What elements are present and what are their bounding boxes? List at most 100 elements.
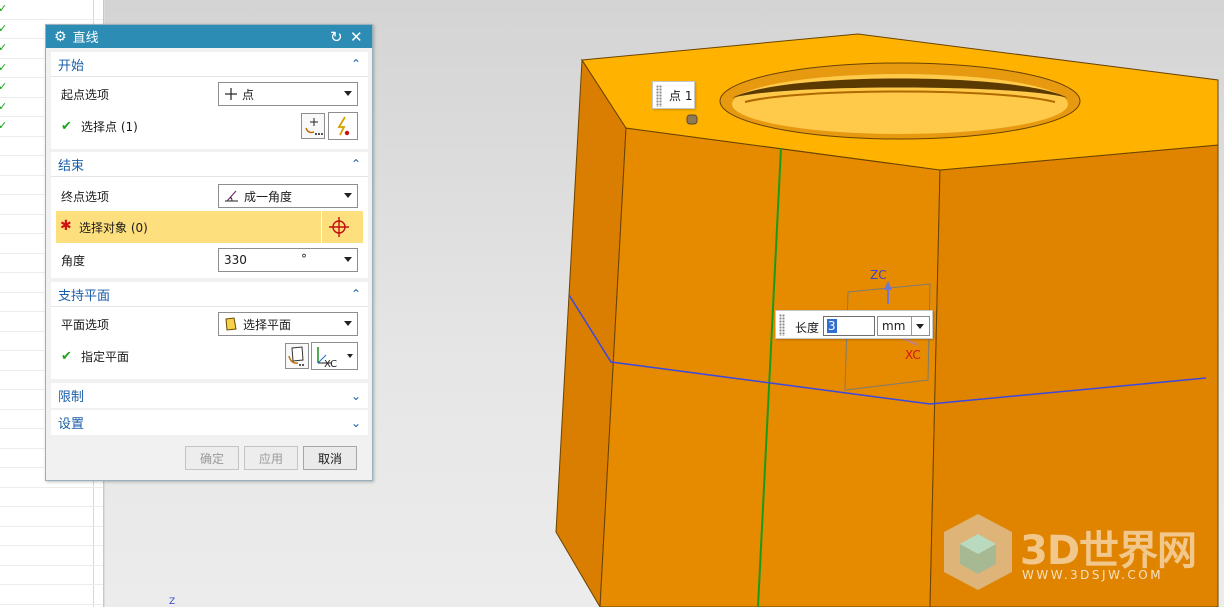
plane-dialog-icon bbox=[288, 346, 304, 366]
watermark-logo-icon bbox=[944, 514, 1012, 590]
start-option-row: 起点选项 点 bbox=[51, 79, 368, 109]
end-section-title: 结束 bbox=[58, 158, 85, 174]
drag-grip-icon[interactable] bbox=[779, 314, 785, 336]
start-section: 开始 ⌃ 起点选项 点 ✔ 选择点 (1) bbox=[51, 52, 368, 149]
reset-icon[interactable]: ↻ bbox=[330, 28, 343, 46]
check-icon: ✓ bbox=[0, 80, 8, 93]
point-tag-label: 点 1 bbox=[669, 88, 693, 103]
end-option-value: 成一角度 bbox=[244, 189, 293, 204]
point-constructor-icon bbox=[305, 118, 323, 135]
support-plane-title: 支持平面 bbox=[58, 288, 111, 304]
asterisk-icon: ✱ bbox=[60, 218, 72, 234]
length-unit-value: mm bbox=[882, 319, 906, 333]
navigator-row[interactable] bbox=[0, 546, 103, 566]
end-option-select[interactable]: 成一角度 bbox=[218, 184, 358, 208]
angle-label: 角度 bbox=[61, 253, 86, 268]
plane-option-row: 平面选项 选择平面 bbox=[51, 309, 368, 339]
triad-z-label: Z bbox=[169, 597, 176, 607]
length-onscreen-input[interactable]: 长度 3 mm bbox=[775, 310, 933, 339]
row-divider bbox=[321, 211, 322, 243]
navigator-row[interactable] bbox=[0, 527, 103, 546]
length-unit-select[interactable]: mm bbox=[877, 316, 930, 336]
navigator-row[interactable]: ✓ bbox=[0, 0, 103, 20]
chevron-up-icon[interactable]: ⌃ bbox=[351, 157, 361, 171]
ok-button[interactable]: 确定 bbox=[185, 446, 239, 470]
angle-value[interactable]: 330 bbox=[224, 253, 247, 267]
start-option-select[interactable]: 点 bbox=[218, 82, 358, 106]
angle-row: 角度 330 ° bbox=[51, 245, 368, 275]
check-icon: ✓ bbox=[0, 21, 8, 35]
check-icon: ✔ bbox=[61, 348, 72, 364]
specify-plane-row[interactable]: ✔ 指定平面 XC bbox=[51, 341, 368, 371]
start-section-title: 开始 bbox=[58, 58, 85, 74]
settings-section[interactable]: 设置 ⌄ bbox=[51, 410, 368, 435]
chevron-down-icon[interactable] bbox=[344, 321, 352, 326]
dropdown-separator bbox=[911, 317, 912, 335]
length-value[interactable]: 3 bbox=[827, 319, 837, 333]
support-plane-header[interactable]: 支持平面 ⌃ bbox=[51, 282, 368, 307]
start-section-header[interactable]: 开始 ⌃ bbox=[51, 52, 368, 77]
navigator-row[interactable] bbox=[0, 507, 103, 527]
gear-icon: ⚙ bbox=[54, 28, 67, 45]
point-tag[interactable]: 点 1 bbox=[652, 81, 695, 109]
site-watermark: 3D世界网 WWW.3DSJW.COM bbox=[940, 512, 1202, 596]
settings-title: 设置 bbox=[58, 417, 85, 432]
navigator-row[interactable] bbox=[0, 585, 103, 605]
start-select-row[interactable]: ✔ 选择点 (1) bbox=[51, 111, 368, 141]
check-icon: ✓ bbox=[0, 41, 8, 54]
check-icon: ✔ bbox=[61, 118, 72, 134]
select-object-row[interactable]: ✱ 选择对象 (0) bbox=[56, 211, 363, 243]
limits-title: 限制 bbox=[58, 390, 85, 405]
plane-option-label: 平面选项 bbox=[61, 317, 110, 332]
chevron-down-icon[interactable] bbox=[344, 257, 352, 262]
limits-section[interactable]: 限制 ⌄ bbox=[51, 383, 368, 408]
end-option-row: 终点选项 成一角度 bbox=[51, 181, 368, 211]
angle-icon bbox=[225, 190, 238, 202]
chevron-down-icon[interactable]: ⌄ bbox=[351, 416, 361, 430]
cancel-button[interactable]: 取消 bbox=[303, 446, 357, 470]
close-icon[interactable]: ✕ bbox=[350, 28, 363, 46]
length-value-field[interactable]: 3 bbox=[823, 316, 875, 336]
zc-axis-label: ZC bbox=[870, 268, 887, 282]
length-label: 长度 bbox=[795, 321, 820, 335]
navigator-row[interactable] bbox=[0, 488, 103, 507]
chevron-up-icon[interactable]: ⌃ bbox=[351, 287, 361, 301]
svg-text:XC: XC bbox=[324, 359, 337, 369]
chevron-down-icon[interactable]: ⌄ bbox=[351, 389, 361, 403]
point-marker[interactable] bbox=[686, 114, 698, 125]
check-icon: ✓ bbox=[0, 99, 8, 113]
xc-axis-label: XC bbox=[905, 348, 921, 362]
drag-grip-icon[interactable] bbox=[656, 85, 662, 107]
plane-dialog-button[interactable] bbox=[285, 343, 309, 369]
chevron-up-icon[interactable]: ⌃ bbox=[351, 57, 361, 71]
end-option-label: 终点选项 bbox=[61, 189, 110, 204]
chevron-down-icon[interactable] bbox=[916, 324, 924, 329]
chevron-down-icon[interactable] bbox=[347, 354, 353, 358]
inferred-point-button[interactable] bbox=[328, 112, 358, 140]
chevron-down-icon[interactable] bbox=[344, 193, 352, 198]
dialog-title-bar[interactable]: ⚙ 直线 ↻ ✕ bbox=[46, 25, 372, 48]
angle-unit: ° bbox=[301, 252, 307, 266]
navigator-row[interactable] bbox=[0, 566, 103, 585]
select-object-label[interactable]: 选择对象 (0) bbox=[79, 219, 148, 236]
specify-plane-label[interactable]: 指定平面 bbox=[81, 348, 129, 365]
line-dialog: ⚙ 直线 ↻ ✕ 开始 ⌃ 起点选项 点 ✔ 选择点 (1) 结束 ⌃ 终点选项… bbox=[45, 24, 373, 481]
chevron-down-icon[interactable] bbox=[344, 91, 352, 96]
settings-header[interactable]: 设置 ⌄ bbox=[51, 410, 368, 435]
limits-header[interactable]: 限制 ⌄ bbox=[51, 383, 368, 408]
watermark-url: WWW.3DSJW.COM bbox=[1022, 568, 1164, 582]
check-icon: ✓ bbox=[0, 60, 8, 74]
point-constructor-button[interactable] bbox=[301, 113, 325, 139]
end-section: 结束 ⌃ 终点选项 成一角度 ✱ 选择对象 (0) 角度 330 ° bbox=[51, 152, 368, 278]
apply-button[interactable]: 应用 bbox=[244, 446, 298, 470]
check-icon: ✓ bbox=[0, 119, 8, 132]
plane-option-select[interactable]: 选择平面 bbox=[218, 312, 358, 336]
target-icon[interactable] bbox=[328, 216, 350, 238]
inferred-plane-select[interactable]: XC bbox=[311, 342, 358, 370]
plane-icon bbox=[225, 317, 237, 331]
select-point-label[interactable]: 选择点 (1) bbox=[81, 118, 138, 135]
plane-option-value: 选择平面 bbox=[243, 317, 292, 332]
start-option-value: 点 bbox=[242, 87, 255, 102]
angle-input[interactable]: 330 ° bbox=[218, 248, 358, 272]
end-section-header[interactable]: 结束 ⌃ bbox=[51, 152, 368, 177]
